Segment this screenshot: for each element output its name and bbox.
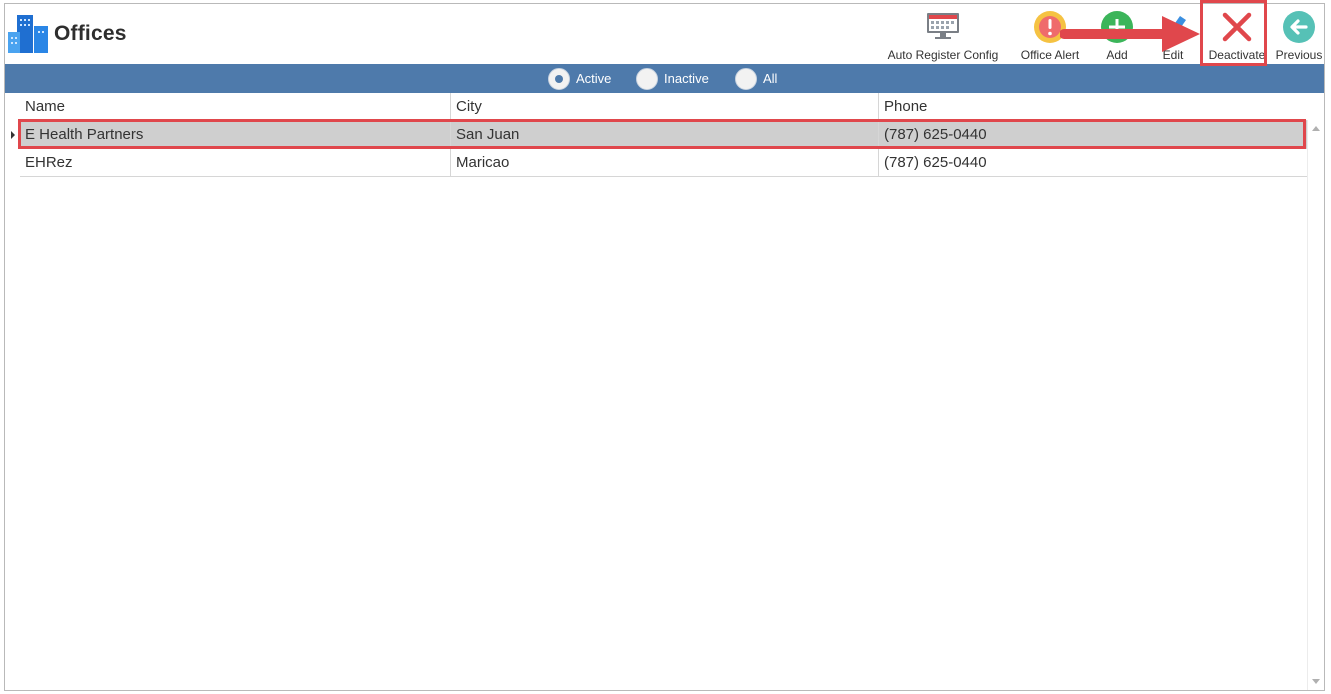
previous-label: Previous (1275, 48, 1323, 62)
add-icon (1101, 11, 1133, 43)
offices-window: Offices Auto Register Config Office Aler… (4, 3, 1325, 691)
cell-name: E Health Partners (25, 126, 144, 143)
alert-icon (1034, 11, 1066, 43)
filter-active-radio[interactable]: Active (548, 66, 611, 91)
table-row[interactable]: E Health Partners San Juan (787) 625-044… (20, 121, 1308, 149)
column-header-city[interactable]: City (450, 93, 878, 120)
office-alert-button[interactable]: Office Alert (1011, 8, 1089, 64)
auto-register-config-label: Auto Register Config (887, 48, 999, 62)
deactivate-label: Deactivate (1208, 48, 1266, 62)
page-title: Offices (54, 22, 127, 45)
close-icon (1222, 12, 1252, 42)
radio-selected-indicator (548, 67, 570, 90)
auto-register-config-button[interactable]: Auto Register Config (883, 8, 1003, 64)
filter-active-label: Active (576, 71, 612, 86)
radio-indicator (636, 67, 658, 90)
back-arrow-icon (1283, 11, 1315, 43)
grid-header: Name City Phone (20, 93, 1308, 121)
cell-name: EHRez (25, 154, 73, 171)
filter-inactive-label: Inactive (664, 71, 709, 86)
deactivate-button[interactable]: Deactivate (1205, 8, 1269, 64)
pencil-icon (1165, 16, 1186, 42)
header: Offices Auto Register Config Office Aler… (5, 4, 1324, 64)
calendar-monitor-icon (927, 13, 959, 39)
radio-indicator (735, 67, 757, 90)
scroll-down-arrow-icon[interactable] (1312, 679, 1320, 684)
building-logo-icon (8, 15, 48, 53)
edit-button[interactable]: Edit (1151, 8, 1195, 64)
cell-phone: (787) 625-0440 (878, 149, 1308, 176)
scroll-up-arrow-icon[interactable] (1312, 126, 1320, 131)
cell-phone: (787) 625-0440 (878, 121, 1308, 148)
column-header-phone[interactable]: Phone (878, 93, 1308, 120)
previous-button[interactable]: Previous (1273, 8, 1325, 64)
current-row-indicator (11, 131, 15, 139)
edit-label: Edit (1162, 48, 1184, 62)
filter-all-label: All (763, 71, 778, 86)
status-filter-bar: Active Inactive All (5, 64, 1324, 93)
table-row[interactable]: EHRez Maricao (787) 625-0440 (20, 149, 1308, 177)
filter-all-radio[interactable]: All (735, 66, 777, 91)
filter-inactive-radio[interactable]: Inactive (636, 66, 709, 91)
add-button[interactable]: Add (1095, 8, 1139, 64)
office-alert-label: Office Alert (1020, 48, 1080, 62)
cell-city: San Juan (450, 121, 878, 148)
add-label: Add (1106, 48, 1128, 62)
vertical-scrollbar[interactable] (1307, 120, 1324, 690)
cell-city: Maricao (450, 149, 878, 176)
offices-grid: Name City Phone E Health Partners San Ju… (5, 93, 1324, 690)
column-header-name[interactable]: Name (20, 93, 450, 120)
